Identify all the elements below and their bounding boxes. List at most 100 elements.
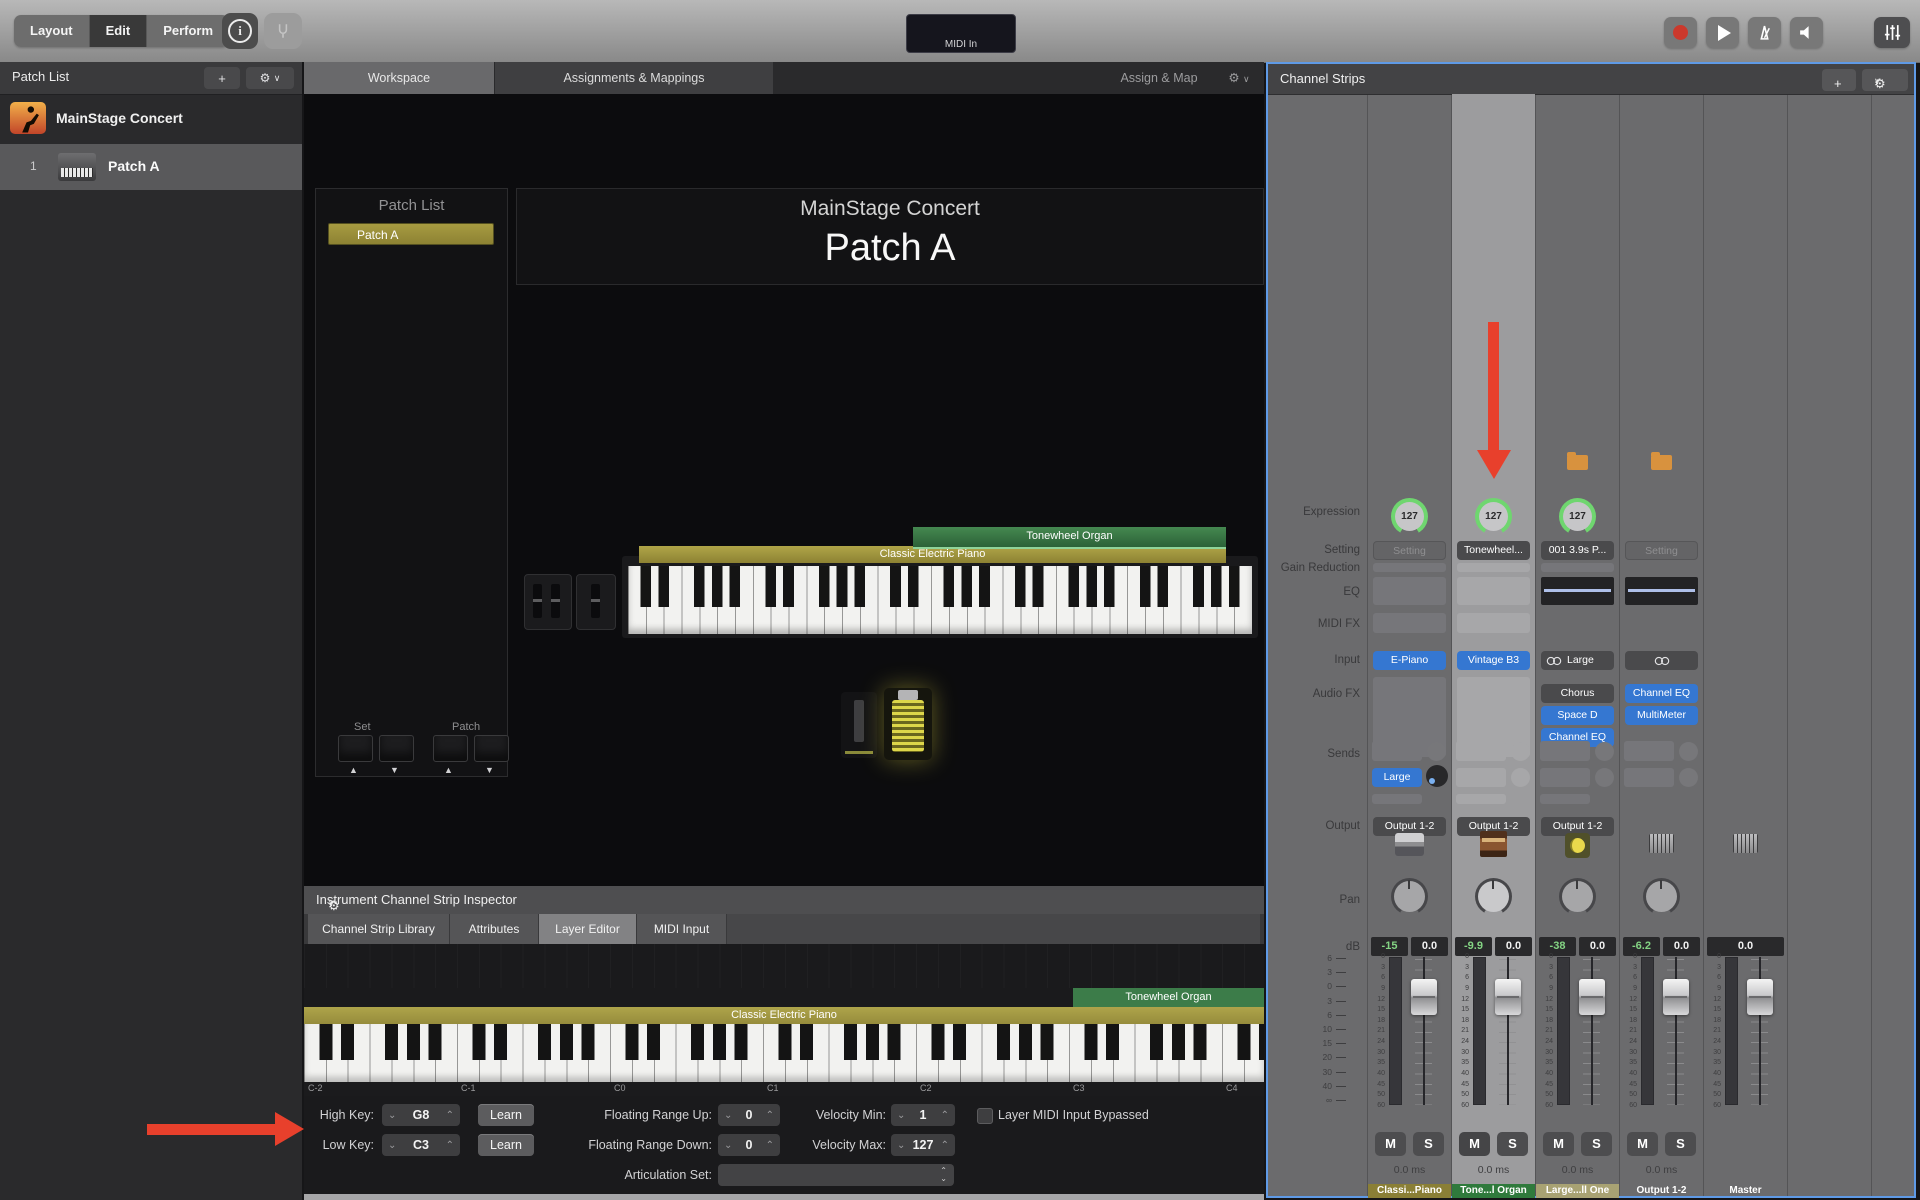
eq-slot[interactable] (1457, 577, 1530, 605)
stepper-up-icon[interactable]: ⌃ (446, 1140, 454, 1151)
send-slot[interactable] (1624, 768, 1674, 787)
fader-cap[interactable] (1411, 979, 1437, 1015)
stepper-up-icon[interactable]: ⌃ (941, 1110, 949, 1121)
low-key-stepper[interactable]: ⌄ C3 ⌃ (382, 1134, 460, 1156)
eq-slot[interactable] (1373, 577, 1446, 605)
send-slot[interactable] (1456, 768, 1506, 787)
mute-button[interactable]: M (1459, 1132, 1490, 1156)
pan-knob[interactable] (1391, 878, 1428, 915)
solo-button[interactable]: S (1581, 1132, 1612, 1156)
velocity-min-stepper[interactable]: ⌄ 1 ⌃ (891, 1104, 955, 1126)
edit-mode-button[interactable]: Edit (89, 15, 148, 47)
solo-button[interactable]: S (1665, 1132, 1696, 1156)
channel-name[interactable]: Master (1704, 1184, 1787, 1198)
tab-workspace[interactable]: Workspace (304, 62, 494, 94)
high-key-stepper[interactable]: ⌄ G8 ⌃ (382, 1104, 460, 1126)
floating-range-down-stepper[interactable]: ⌄ 0 ⌃ (718, 1134, 780, 1156)
tuner-button[interactable] (264, 13, 302, 49)
fader-cap[interactable] (1663, 979, 1689, 1015)
volume-fader[interactable]: 0 3 6 9 12 15 18 21 24 30 35 40 45 50 60 (1536, 953, 1619, 1109)
stepper-down-icon[interactable]: ⌄ (897, 1140, 905, 1151)
channel-strips-action-menu[interactable]: ⚙ ∨ (1862, 69, 1908, 91)
articulation-set-dropdown[interactable]: ⌃ ⌄ (718, 1164, 954, 1186)
tab-layer-editor[interactable]: Layer Editor (539, 914, 636, 944)
audio-fx-plugin[interactable]: Space D (1541, 706, 1614, 725)
tab-attributes[interactable]: Attributes (450, 914, 538, 944)
midi-fx-slot[interactable] (1373, 613, 1446, 633)
channel-strips-toggle-button[interactable] (1874, 17, 1910, 48)
channel-name[interactable]: Large...ll One (1536, 1184, 1619, 1198)
setting-button[interactable]: Setting (1373, 541, 1446, 560)
expression-knob[interactable]: 127 (1475, 498, 1512, 535)
volume-fader[interactable]: 0 3 6 9 12 15 18 21 24 30 35 40 45 50 60 (1620, 953, 1703, 1109)
send-slot[interactable] (1624, 741, 1674, 761)
send-slot[interactable] (1540, 768, 1590, 787)
tab-midi-input[interactable]: MIDI Input (637, 914, 726, 944)
add-patch-button[interactable]: + (204, 67, 240, 89)
send-slot[interactable] (1372, 741, 1422, 761)
expression-knob[interactable]: 127 (1559, 498, 1596, 535)
play-button[interactable] (1706, 17, 1739, 48)
mute-button[interactable]: M (1375, 1132, 1406, 1156)
setting-button[interactable]: Tonewheel... (1457, 541, 1530, 560)
folder-icon[interactable] (1567, 452, 1588, 470)
channel-name[interactable]: Output 1-2 (1620, 1184, 1703, 1198)
patch-next-button[interactable] (474, 735, 509, 762)
add-channel-strip-button[interactable]: + (1822, 69, 1856, 91)
perform-mode-button[interactable]: Perform (147, 15, 230, 47)
send-level-knob[interactable] (1426, 765, 1448, 787)
assign-map-button[interactable]: Assign & Map (1112, 62, 1206, 94)
stepper-down-icon[interactable]: ⌄ (388, 1140, 396, 1151)
learn-high-key-button[interactable]: Learn (478, 1104, 534, 1126)
gain-value[interactable]: 0.0 (1579, 937, 1616, 956)
volume-fader[interactable]: 0 3 6 9 12 15 18 21 24 30 35 40 45 50 60 (1704, 953, 1787, 1109)
volume-fader[interactable]: 0 3 6 9 12 15 18 21 24 30 35 40 45 50 60 (1452, 953, 1535, 1109)
patch-list-action-menu[interactable]: ⚙ ∨ (246, 67, 294, 89)
gain-value[interactable]: 0.0 (1411, 937, 1448, 956)
send-slot[interactable] (1372, 794, 1422, 804)
organ-layer-region[interactable]: Tonewheel Organ (1073, 988, 1264, 1008)
pan-knob[interactable] (1643, 878, 1680, 915)
concert-row[interactable]: MainStage Concert (0, 96, 302, 142)
stepper-up-icon[interactable]: ⌃ (766, 1140, 774, 1151)
fader-cap[interactable] (1579, 979, 1605, 1015)
expression-knob[interactable]: 127 (1391, 498, 1428, 535)
folder-icon[interactable] (1651, 452, 1672, 470)
solo-button[interactable]: S (1413, 1132, 1444, 1156)
floating-range-up-stepper[interactable]: ⌄ 0 ⌃ (718, 1104, 780, 1126)
set-prev-button[interactable] (338, 735, 373, 762)
stepper-down-icon[interactable]: ⌄ (724, 1140, 732, 1151)
input-button[interactable]: Vintage B3 (1457, 651, 1530, 670)
send-slot[interactable] (1456, 794, 1506, 804)
patch-row-selected[interactable]: 1 Patch A (0, 144, 302, 190)
send-button[interactable]: Large (1372, 768, 1422, 787)
eq-thumbnail[interactable] (1541, 577, 1614, 605)
patch-prev-button[interactable] (433, 735, 468, 762)
audio-fx-plugin[interactable]: Chorus (1541, 684, 1614, 703)
fader-cap[interactable] (1747, 979, 1773, 1015)
pan-knob[interactable] (1559, 878, 1596, 915)
eq-thumbnail[interactable] (1625, 577, 1698, 605)
gain-value[interactable]: 0.0 (1663, 937, 1700, 956)
workspace-patch-item-selected[interactable]: Patch A (328, 223, 494, 245)
stepper-up-icon[interactable]: ⌃ (766, 1110, 774, 1121)
master-mute-button[interactable] (1790, 17, 1823, 48)
input-button[interactable] (1625, 651, 1698, 670)
mute-button[interactable]: M (1543, 1132, 1574, 1156)
layer-midi-input-bypassed-checkbox[interactable] (977, 1108, 993, 1124)
channel-name[interactable]: Tone...l Organ (1452, 1184, 1535, 1198)
setting-button[interactable]: 001 3.9s P... (1541, 541, 1614, 560)
input-button[interactable]: E-Piano (1373, 651, 1446, 670)
midi-fx-slot[interactable] (1457, 613, 1530, 633)
info-button[interactable]: i (222, 13, 258, 49)
learn-low-key-button[interactable]: Learn (478, 1134, 534, 1156)
input-button[interactable]: Large (1541, 651, 1614, 670)
stepper-up-icon[interactable]: ⌃ (941, 1140, 949, 1151)
send-slot[interactable] (1540, 794, 1590, 804)
send-slot[interactable] (1456, 741, 1506, 761)
tab-assignments-mappings[interactable]: Assignments & Mappings (495, 62, 773, 94)
pan-knob[interactable] (1475, 878, 1512, 915)
stepper-up-icon[interactable]: ⌃ (446, 1110, 454, 1121)
piano-layer-region[interactable]: Classic Electric Piano (304, 1007, 1264, 1024)
volume-fader[interactable]: 0 3 6 9 12 15 18 21 24 30 35 40 45 50 60 (1368, 953, 1451, 1109)
